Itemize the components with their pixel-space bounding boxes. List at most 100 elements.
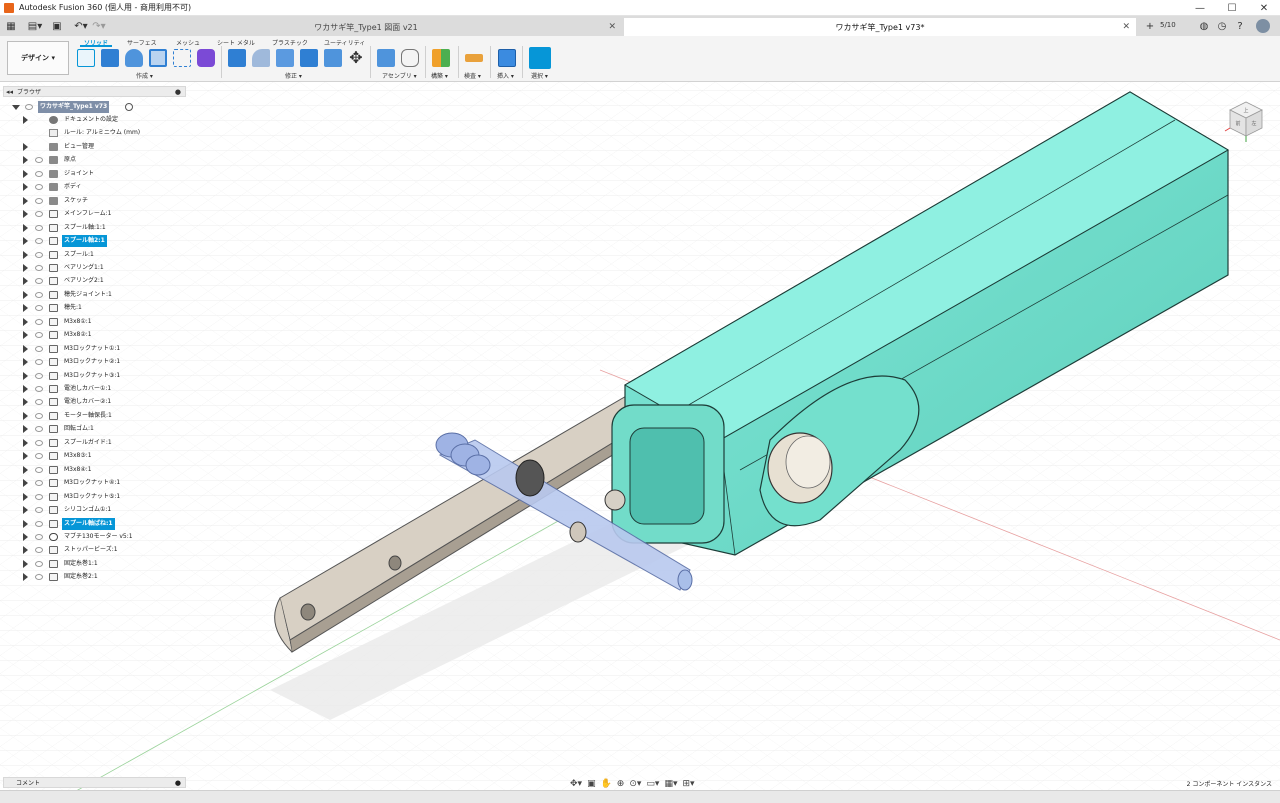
user-avatar[interactable] — [1256, 19, 1270, 33]
expand-arrow-icon[interactable] — [23, 425, 28, 434]
notifications-icon[interactable]: ◷ — [1213, 17, 1231, 35]
visibility-eye-icon[interactable] — [25, 104, 33, 110]
redo-icon[interactable]: ↷▾ — [90, 17, 108, 35]
job-status[interactable]: 5/10 — [1160, 21, 1176, 29]
visibility-eye-icon[interactable] — [35, 197, 43, 204]
expand-arrow-icon[interactable] — [23, 559, 28, 568]
zoom-window-icon[interactable]: ⊙▾ — [629, 779, 641, 789]
browser-item[interactable]: M3x8③:1 — [0, 450, 190, 463]
browser-item[interactable]: 固定糸巻2:1 — [0, 571, 190, 584]
minimize-button[interactable]: — — [1184, 0, 1216, 16]
browser-item[interactable]: 穂先ジョイント:1 — [0, 289, 190, 302]
expand-arrow-icon[interactable] — [23, 317, 28, 326]
expand-arrow-icon[interactable] — [23, 304, 28, 313]
expand-arrow-icon[interactable] — [23, 250, 28, 259]
expand-arrow-icon[interactable] — [23, 492, 28, 501]
construct-plane-icon[interactable] — [432, 49, 450, 67]
browser-item[interactable]: ドキュメントの設定 — [0, 114, 190, 127]
browser-item[interactable]: 固定糸巻1:1 — [0, 558, 190, 571]
modify-menu[interactable]: 修正 ▾ — [285, 71, 302, 80]
visibility-eye-icon[interactable] — [35, 533, 43, 540]
tab-surface[interactable]: サーフェス — [127, 38, 157, 47]
insert-image-icon[interactable] — [498, 49, 516, 67]
browser-item[interactable]: ビュー管理 — [0, 141, 190, 154]
visibility-eye-icon[interactable] — [35, 547, 43, 554]
visibility-eye-icon[interactable] — [35, 170, 43, 177]
visibility-eye-icon[interactable] — [35, 386, 43, 392]
shell-icon[interactable] — [300, 49, 318, 67]
browser-item[interactable]: M3ロックナット⑤:1 — [0, 491, 190, 504]
expand-arrow-icon[interactable] — [23, 411, 28, 420]
visibility-eye-icon[interactable] — [35, 332, 43, 339]
browser-item[interactable]: スプール軸2:1 — [0, 235, 190, 248]
browser-root-row[interactable]: ワカサギ竿_Type1 v73 — [0, 101, 190, 114]
create-sketch-icon[interactable] — [77, 49, 95, 67]
visibility-eye-icon[interactable] — [35, 466, 43, 473]
visibility-eye-icon[interactable] — [35, 359, 43, 366]
visibility-eye-icon[interactable] — [35, 278, 43, 285]
visibility-eye-icon[interactable] — [35, 439, 43, 446]
expand-arrow-icon[interactable] — [23, 331, 28, 340]
visibility-eye-icon[interactable] — [35, 480, 43, 487]
expand-arrow-icon[interactable] — [23, 210, 28, 219]
expand-arrow-icon[interactable] — [23, 156, 28, 165]
visibility-eye-icon[interactable] — [35, 305, 43, 312]
expand-arrow-icon[interactable] — [23, 277, 28, 286]
select-menu[interactable]: 選択 ▾ — [531, 71, 548, 80]
visibility-eye-icon[interactable] — [35, 399, 43, 406]
expand-arrow-icon[interactable] — [23, 519, 28, 528]
browser-item[interactable]: メインフレーム:1 — [0, 208, 190, 221]
browser-item[interactable]: スプール軸:1:1 — [0, 222, 190, 235]
browser-item[interactable]: M3x8②:1 — [0, 329, 190, 342]
insert-menu[interactable]: 挿入 ▾ — [497, 71, 514, 80]
activate-radio-icon[interactable] — [125, 103, 133, 111]
visibility-eye-icon[interactable] — [35, 574, 43, 581]
close-tab-icon[interactable]: ✕ — [608, 22, 616, 32]
visibility-eye-icon[interactable] — [35, 560, 43, 567]
close-tab-icon[interactable]: ✕ — [1122, 22, 1130, 32]
expand-arrow-icon[interactable] — [23, 506, 28, 515]
viewcube[interactable]: 上 前 左 — [1222, 98, 1268, 144]
expand-arrow-icon[interactable] — [23, 398, 28, 407]
maximize-button[interactable]: ☐ — [1216, 0, 1248, 16]
new-tab-plus-icon[interactable]: + — [1141, 17, 1159, 35]
browser-item[interactable]: スプールガイド:1 — [0, 437, 190, 450]
browser-item[interactable]: スプール軸ばね:1 — [0, 517, 190, 531]
data-panel-grid-icon[interactable]: ▦ — [2, 17, 20, 35]
browser-header[interactable]: ◂◂ ブラウザ ● — [3, 86, 186, 97]
expand-arrow-icon[interactable] — [23, 116, 28, 124]
expand-arrow-icon[interactable] — [23, 344, 28, 353]
file-menu-icon[interactable]: ▤▾ — [26, 17, 44, 35]
workspace-switcher[interactable]: デザイン ▾ — [7, 41, 69, 75]
tab-solid[interactable]: ソリッド — [79, 38, 113, 47]
expand-arrow-icon[interactable] — [23, 546, 28, 555]
browser-item[interactable]: M3ロックナット①:1 — [0, 343, 190, 356]
zoom-icon[interactable]: ⊕ — [617, 779, 625, 789]
tab-plastic[interactable]: プラスチック — [272, 38, 308, 47]
browser-item[interactable]: M3ロックナット③:1 — [0, 370, 190, 383]
assemble-menu[interactable]: アセンブリ ▾ — [382, 71, 417, 80]
comments-panel[interactable]: コメント ● — [3, 777, 186, 788]
visibility-eye-icon[interactable] — [35, 157, 43, 164]
expand-arrow-icon[interactable] — [23, 452, 28, 461]
visibility-eye-icon[interactable] — [35, 453, 43, 460]
extrude-icon[interactable] — [101, 49, 119, 67]
visibility-eye-icon[interactable] — [35, 184, 43, 191]
display-settings-icon[interactable]: ▭▾ — [646, 779, 659, 789]
visibility-eye-icon[interactable] — [35, 372, 43, 379]
visibility-eye-icon[interactable] — [35, 507, 43, 514]
tab-utilities[interactable]: ユーティリティ — [324, 38, 365, 47]
grid-settings-icon[interactable]: ▦▾ — [664, 779, 677, 789]
save-icon[interactable]: ▣ — [48, 17, 66, 35]
joint-icon[interactable] — [401, 49, 419, 67]
expand-arrow-icon[interactable] — [23, 438, 28, 447]
tab-model[interactable]: ワカサギ竿_Type1 v73* ✕ — [624, 18, 1136, 36]
browser-item[interactable]: 穂先:1 — [0, 302, 190, 315]
look-at-icon[interactable]: ▣ — [587, 779, 596, 789]
help-icon[interactable]: ? — [1231, 17, 1249, 35]
pin-panel-icon[interactable]: ● — [175, 88, 181, 96]
form-icon[interactable] — [197, 49, 215, 67]
visibility-eye-icon[interactable] — [35, 318, 43, 325]
visibility-eye-icon[interactable] — [35, 291, 43, 298]
combine-icon[interactable] — [324, 49, 342, 67]
